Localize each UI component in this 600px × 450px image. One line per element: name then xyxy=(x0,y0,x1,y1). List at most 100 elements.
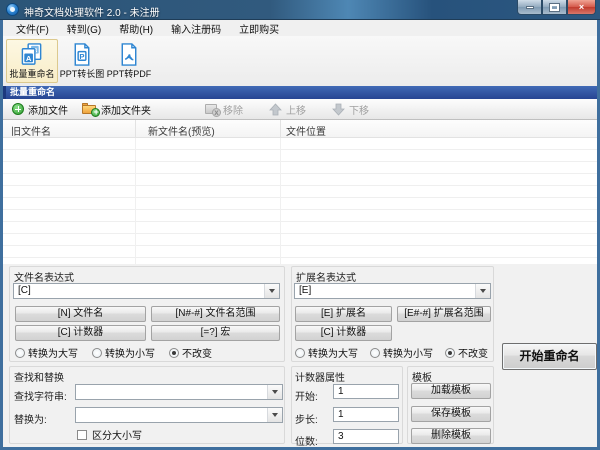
move-down-button[interactable]: 下移 xyxy=(327,100,374,119)
counter-start-input[interactable]: 1 xyxy=(333,384,399,399)
counter-properties-label: 计数器属性 xyxy=(295,369,345,384)
radio-icon xyxy=(15,348,25,358)
client-area: 文件(F) 转到(G) 帮助(H) 输入注册码 立即购买 B A 批量重命名 xyxy=(3,20,597,447)
radio-extension-uppercase[interactable]: 转换为大写 xyxy=(295,345,358,360)
batch-rename-icon: B A xyxy=(19,42,45,67)
button-label: 上移 xyxy=(286,102,306,117)
radio-label: 转换为小写 xyxy=(105,345,155,360)
file-toolbar: 添加文件 添加文件夹 x 移除 上移 xyxy=(3,99,597,120)
radio-icon xyxy=(169,348,179,358)
radio-icon xyxy=(370,348,380,358)
menu-buy-now[interactable]: 立即购买 xyxy=(230,20,288,37)
insert-macro-button[interactable]: [=?] 宏 xyxy=(151,325,280,341)
maximize-icon xyxy=(550,4,559,11)
tool-ppt-to-pdf[interactable]: PPT转PDF xyxy=(107,39,151,83)
maximize-button[interactable] xyxy=(542,0,567,15)
chevron-down-icon[interactable] xyxy=(267,408,282,422)
add-file-button[interactable]: 添加文件 xyxy=(7,100,73,119)
load-template-button[interactable]: 加载模板 xyxy=(411,383,491,399)
radio-filename-uppercase[interactable]: 转换为大写 xyxy=(15,345,78,360)
menu-help[interactable]: 帮助(H) xyxy=(110,20,162,37)
radio-filename-lowercase[interactable]: 转换为小写 xyxy=(92,345,155,360)
radio-label: 转换为大写 xyxy=(308,345,358,360)
window-title: 神奇文档处理软件 2.0 - 未注册 xyxy=(24,4,160,19)
button-label: 下移 xyxy=(349,102,369,117)
column-new-filename[interactable]: 新文件名(预览) xyxy=(148,123,215,138)
insert-extension-range-button[interactable]: [E#-#] 扩展名范围 xyxy=(397,306,491,322)
button-label: 添加文件夹 xyxy=(101,102,151,117)
extension-expression-label: 扩展名表达式 xyxy=(296,269,356,284)
radio-icon xyxy=(92,348,102,358)
chevron-down-icon[interactable] xyxy=(267,385,282,399)
delete-template-button[interactable]: 删除模板 xyxy=(411,428,491,444)
radio-extension-nochange[interactable]: 不改变 xyxy=(445,345,488,360)
column-divider xyxy=(280,138,281,264)
extension-case-radios: 转换为大写 转换为小写 不改变 xyxy=(295,345,488,360)
radio-icon xyxy=(295,348,305,358)
add-file-icon xyxy=(12,103,24,115)
insert-filename-button[interactable]: [N] 文件名 xyxy=(15,306,146,322)
add-folder-icon xyxy=(82,103,97,115)
menu-goto[interactable]: 转到(G) xyxy=(58,20,110,37)
table-body[interactable] xyxy=(3,138,597,264)
replace-with-combobox[interactable] xyxy=(75,407,283,423)
radio-label: 转换为小写 xyxy=(383,345,433,360)
template-label: 模板 xyxy=(412,369,432,384)
table-header: 旧文件名 新文件名(预览) 文件位置 xyxy=(3,120,597,138)
add-folder-button[interactable]: 添加文件夹 xyxy=(77,100,156,119)
radio-filename-nochange[interactable]: 不改变 xyxy=(169,345,212,360)
extension-expression-combobox[interactable]: [E] xyxy=(294,283,491,299)
chevron-down-icon[interactable] xyxy=(475,284,490,298)
counter-digits-label: 位数: xyxy=(295,433,318,448)
tool-ppt-to-long-image[interactable]: P PPT转长图 xyxy=(59,39,105,83)
insert-extension-counter-button[interactable]: [C] 计数器 xyxy=(295,325,392,341)
ppt-to-long-image-icon: P xyxy=(69,42,95,67)
column-old-filename[interactable]: 旧文件名 xyxy=(11,123,51,138)
remove-icon: x xyxy=(205,103,219,115)
find-string-label: 查找字符串: xyxy=(14,388,67,403)
svg-text:A: A xyxy=(26,54,32,63)
close-button[interactable]: × xyxy=(567,0,596,15)
app-window: 神奇文档处理软件 2.0 - 未注册 × 文件(F) 转到(G) 帮助(H) 输… xyxy=(0,0,600,450)
move-down-icon xyxy=(332,103,345,116)
save-template-button[interactable]: 保存模板 xyxy=(411,406,491,422)
find-string-combobox[interactable] xyxy=(75,384,283,400)
button-label: 移除 xyxy=(223,102,243,117)
section-header: 批量重命名 xyxy=(3,86,597,99)
menu-file[interactable]: 文件(F) xyxy=(7,20,58,37)
move-up-icon xyxy=(269,103,282,116)
window-controls: × xyxy=(517,0,596,15)
minimize-button[interactable] xyxy=(517,0,542,15)
button-label: 添加文件 xyxy=(28,102,68,117)
counter-step-input[interactable]: 1 xyxy=(333,407,399,422)
radio-extension-lowercase[interactable]: 转换为小写 xyxy=(370,345,433,360)
insert-counter-button[interactable]: [C] 计数器 xyxy=(15,325,146,341)
chevron-down-icon[interactable] xyxy=(264,284,279,298)
tool-label: PPT转长图 xyxy=(60,67,105,80)
menu-enter-license[interactable]: 输入注册码 xyxy=(162,20,230,37)
filename-expression-combobox[interactable]: [C] xyxy=(13,283,280,299)
radio-label: 不改变 xyxy=(182,345,212,360)
title-bar[interactable]: 神奇文档处理软件 2.0 - 未注册 × xyxy=(0,0,600,20)
combobox-value: [E] xyxy=(299,285,311,296)
case-sensitive-checkbox[interactable]: 区分大小写 xyxy=(77,427,142,442)
start-rename-button[interactable]: 开始重命名 xyxy=(502,343,597,370)
insert-extension-button[interactable]: [E] 扩展名 xyxy=(295,306,392,322)
column-divider xyxy=(135,138,136,264)
radio-label: 转换为大写 xyxy=(28,345,78,360)
insert-filename-range-button[interactable]: [N#-#] 文件名范围 xyxy=(151,306,280,322)
find-replace-label: 查找和替换 xyxy=(14,369,64,384)
move-up-button[interactable]: 上移 xyxy=(264,100,311,119)
counter-digits-input[interactable]: 3 xyxy=(333,429,399,444)
tool-batch-rename[interactable]: B A 批量重命名 xyxy=(6,39,58,83)
minimize-icon xyxy=(526,6,534,9)
tool-label: 批量重命名 xyxy=(9,67,54,80)
column-file-location[interactable]: 文件位置 xyxy=(286,123,326,138)
options-panel: 文件名表达式 [C] [N] 文件名 [N#-#] 文件名范围 [C] 计数器 … xyxy=(3,264,597,447)
close-icon: × xyxy=(579,3,584,12)
file-list-table: 旧文件名 新文件名(预览) 文件位置 xyxy=(3,120,597,264)
radio-icon xyxy=(445,348,455,358)
tool-label: PPT转PDF xyxy=(107,67,152,80)
remove-button[interactable]: x 移除 xyxy=(200,100,248,119)
menu-bar: 文件(F) 转到(G) 帮助(H) 输入注册码 立即购买 xyxy=(3,20,597,36)
